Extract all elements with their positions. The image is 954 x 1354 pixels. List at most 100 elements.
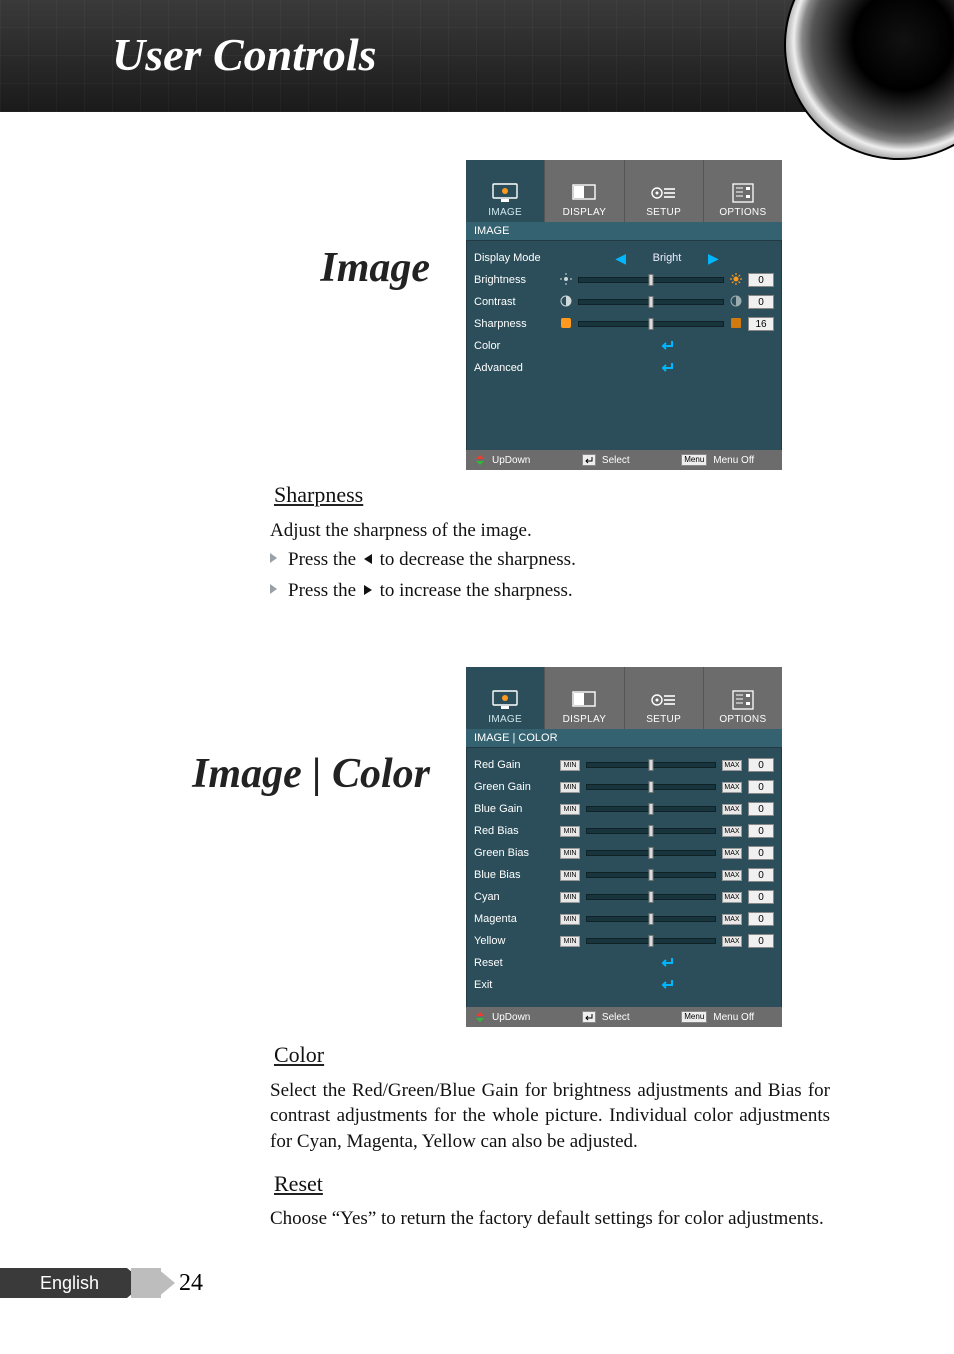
osd-row-advanced[interactable]: Advanced [474,357,774,379]
osd-row-color-adjust[interactable]: Green GainMINMAX0 [474,776,774,798]
subheading-reset: Reset [266,1169,830,1201]
page-header: User Controls [0,0,954,112]
max-label: MAX [722,936,742,947]
osd-item-value: 0 [748,868,774,882]
camera-lens-graphic [784,0,954,160]
right-triangle-icon [361,579,375,605]
min-label: MIN [560,936,580,947]
min-label: MIN [560,914,580,925]
osd-item-label: Magenta [474,913,554,925]
osd-row-color-adjust[interactable]: Green BiasMINMAX0 [474,842,774,864]
image-icon [491,689,519,711]
slider[interactable] [586,804,716,814]
osd-row-color-adjust[interactable]: Red GainMINMAX0 [474,754,774,776]
section-heading-image: Image [0,244,448,292]
osd-item-label: Display Mode [474,252,554,264]
slider[interactable] [586,826,716,836]
osd-item-label: Red Gain [474,759,554,771]
slider[interactable] [586,936,716,946]
osd-tab-setup[interactable]: SETUP [624,667,703,729]
sharpness-desc: Adjust the sharpness of the image. [270,518,830,544]
min-label: MIN [560,892,580,903]
osd-item-label: Yellow [474,935,554,947]
osd-item-value: 0 [748,780,774,794]
updown-icon [474,1011,486,1023]
osd-tab-setup[interactable]: SETUP [624,160,703,222]
osd-row-color[interactable]: Color [474,335,774,357]
osd-row-contrast[interactable]: Contrast 0 [474,291,774,313]
max-label: MAX [722,826,742,837]
max-label: MAX [722,914,742,925]
slider[interactable] [578,297,724,307]
osd-row-color-adjust[interactable]: Yellow MIN MAX 0 [474,930,774,952]
min-label: MIN [560,782,580,793]
max-label: MAX [722,892,742,903]
arrow-right-icon[interactable]: ▶ [708,250,719,267]
osd-tab-label: DISPLAY [563,714,607,725]
osd-tab-image[interactable]: IMAGE [466,667,544,729]
osd-row-brightness[interactable]: Brightness 0 [474,269,774,291]
display-icon [570,689,598,711]
osd-item-label: Cyan [474,891,554,903]
min-label: MIN [560,826,580,837]
osd-tab-label: DISPLAY [563,207,607,218]
osd-body: Display Mode ◀ Bright ▶ Brightness 0 Con… [466,241,782,381]
osd-breadcrumb: IMAGE | COLOR [466,729,782,748]
osd-item-value: 16 [748,317,774,331]
slider[interactable] [586,760,716,770]
osd-tab-options[interactable]: OPTIONS [703,667,782,729]
enter-key-icon [582,454,596,466]
arrow-left-icon[interactable]: ◀ [615,250,626,267]
osd-row-color-adjust[interactable]: CyanMINMAX0 [474,886,774,908]
osd-row-display-mode[interactable]: Display Mode ◀ Bright ▶ [474,247,774,269]
enter-icon [659,339,675,354]
osd-row-color-adjust[interactable]: Blue BiasMINMAX0 [474,864,774,886]
contrast-max-icon [730,295,742,310]
menu-key-icon: Menu [681,1011,707,1023]
osd-item-label: Reset [474,957,554,969]
osd-row-reset[interactable]: Reset [474,952,774,974]
osd-tab-options[interactable]: OPTIONS [703,160,782,222]
slider[interactable] [586,892,716,902]
osd-item-label: Brightness [474,274,554,286]
osd-item-value: 0 [748,758,774,772]
osd-menu-image: IMAGE DISPLAY SETUP OPTIONS IMAGE Displa… [466,160,782,470]
osd-footer-updown: UpDown [492,455,530,466]
osd-tab-label: OPTIONS [719,714,766,725]
osd-item-value: 0 [748,934,774,948]
osd-item-value: 0 [748,273,774,287]
osd-tab-image[interactable]: IMAGE [466,160,544,222]
color-desc: Select the Red/Green/Blue Gain for brigh… [270,1078,830,1155]
updown-icon [474,454,486,466]
osd-tab-label: IMAGE [488,207,522,218]
osd-footer-menuoff: Menu Off [713,1012,754,1023]
osd-tab-display[interactable]: DISPLAY [544,160,623,222]
osd-row-color-adjust[interactable]: Blue GainMINMAX0 [474,798,774,820]
osd-item-value: 0 [748,846,774,860]
slider[interactable] [586,782,716,792]
slider[interactable] [586,870,716,880]
slider[interactable] [578,275,724,285]
max-label: MAX [722,870,742,881]
osd-row-sharpness[interactable]: Sharpness 16 [474,313,774,335]
slider[interactable] [586,914,716,924]
osd-body: Red GainMINMAX0Green GainMINMAX0Blue Gai… [466,748,782,998]
language-tab: English [0,1268,127,1298]
osd-tab-display[interactable]: DISPLAY [544,667,623,729]
setup-icon [650,689,678,711]
osd-row-color-adjust[interactable]: MagentaMINMAX0 [474,908,774,930]
enter-icon [659,978,675,993]
osd-footer: UpDown Select Menu Menu Off [466,450,782,470]
osd-item-label: Advanced [474,362,554,374]
osd-row-color-adjust[interactable]: Red BiasMINMAX0 [474,820,774,842]
slider[interactable] [578,319,724,329]
subheading-sharpness: Sharpness [266,480,830,512]
osd-footer-menuoff: Menu Off [713,455,754,466]
left-triangle-icon [361,548,375,574]
slider[interactable] [586,848,716,858]
display-icon [570,182,598,204]
osd-row-exit[interactable]: Exit [474,974,774,996]
osd-item-value: Bright [632,252,702,264]
osd-tab-label: IMAGE [488,714,522,725]
enter-icon [659,361,675,376]
